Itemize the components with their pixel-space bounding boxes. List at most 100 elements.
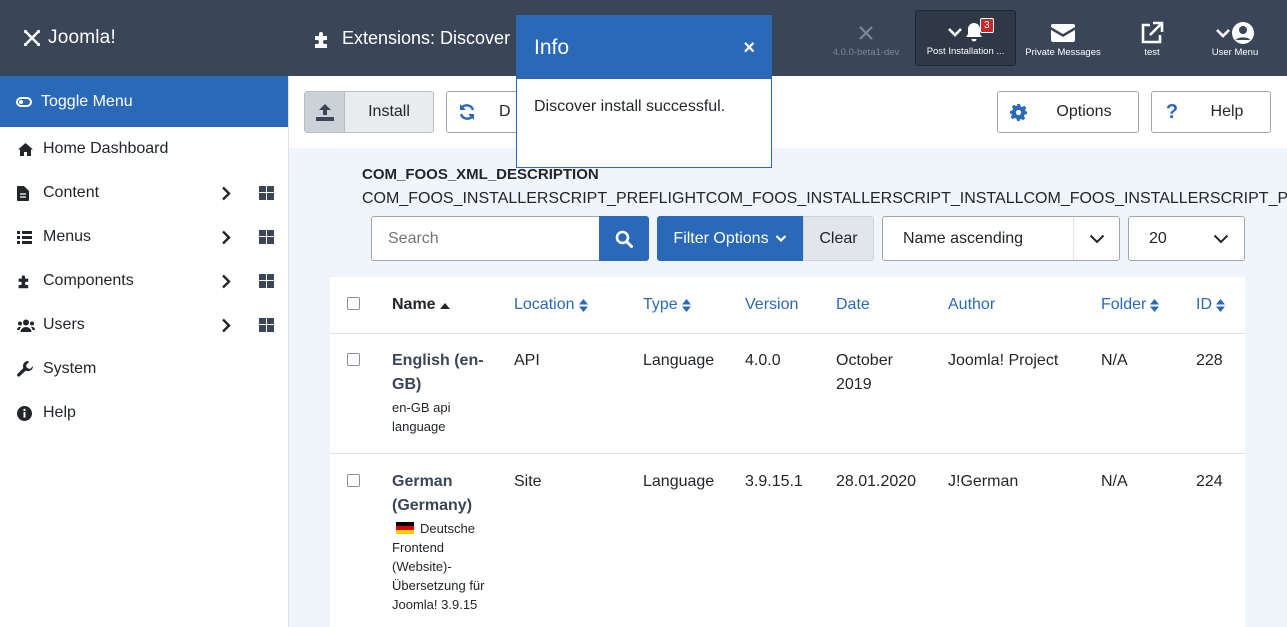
sidebar-item-content[interactable]: Content [0, 171, 288, 215]
view-site-button[interactable]: test [1120, 10, 1184, 66]
extensions-table: Name Location Type Version Date Author F… [330, 277, 1245, 627]
joomla-small-icon [859, 26, 873, 40]
row-date: 28.01.2020 [836, 473, 917, 490]
gear-icon [1009, 103, 1027, 121]
sort-asc-icon [439, 302, 450, 309]
chevron-right-icon[interactable] [221, 230, 231, 245]
dialog-header: Info × [517, 16, 771, 79]
column-header-type[interactable]: Type [643, 296, 691, 314]
row-folder: N/A [1101, 473, 1128, 490]
logo-text: Joomla! [48, 27, 116, 48]
column-header-name[interactable]: Name [392, 296, 450, 314]
sidebar-item-label: Components [43, 272, 134, 289]
info-icon [17, 405, 32, 421]
sort-icon [1150, 298, 1160, 312]
row-author: Joomla! Project [948, 352, 1059, 369]
sidebar-item-menus[interactable]: Menus [0, 215, 288, 259]
discover-label: D [499, 103, 511, 120]
row-location: Site [514, 473, 542, 490]
sidebar-item-label: Content [43, 184, 100, 201]
sort-select-value: Name ascending [903, 229, 1024, 247]
file-icon [17, 185, 29, 201]
options-button[interactable]: Options [997, 91, 1139, 133]
row-location: API [514, 352, 540, 369]
row-checkbox[interactable] [347, 474, 360, 487]
sidebar-item-help[interactable]: Help [0, 391, 288, 435]
sort-icon [1216, 298, 1225, 312]
sidebar-item-label: System [43, 360, 97, 377]
sidebar-item-components[interactable]: Components [0, 259, 288, 303]
clear-button[interactable]: Clear [803, 216, 874, 261]
extension-description-text: COM_FOOS_INSTALLERSCRIPT_PREFLIGHTCOM_FO… [362, 190, 1287, 207]
toggle-icon [16, 96, 32, 107]
upload-icon [315, 103, 334, 121]
extension-description-title: COM_FOOS_XML_DESCRIPTION [362, 166, 599, 183]
row-author: J!German [948, 473, 1019, 490]
table-divider [330, 453, 1245, 454]
wrench-icon [17, 361, 33, 377]
column-header-author[interactable]: Author [948, 296, 995, 314]
puzzle-icon [315, 31, 327, 48]
post-installation-button[interactable]: 3 Post Installation ... [915, 10, 1016, 66]
options-label: Options [1056, 103, 1112, 120]
column-header-version[interactable]: Version [745, 296, 798, 314]
chevron-down-icon [1089, 234, 1104, 243]
notification-count-badge: 3 [980, 18, 994, 33]
toolbar: Install D Options ? Help [289, 76, 1287, 148]
row-name: English (en-GB) [392, 352, 484, 393]
filter-options-button[interactable]: Filter Options [657, 216, 803, 261]
dashboard-grid-icon[interactable] [259, 318, 274, 332]
column-header-location[interactable]: Location [514, 296, 588, 314]
german-flag-icon [396, 522, 414, 534]
joomla-logo[interactable]: Joomla! [22, 27, 116, 49]
question-icon: ? [1165, 100, 1179, 123]
column-header-folder[interactable]: Folder [1101, 296, 1160, 314]
row-id: 228 [1196, 352, 1223, 369]
dashboard-grid-icon[interactable] [259, 230, 274, 244]
row-checkbox[interactable] [347, 353, 360, 366]
joomla-logo-icon [23, 29, 41, 47]
table-divider [330, 333, 1245, 334]
column-header-date[interactable]: Date [836, 296, 870, 314]
user-menu-button[interactable]: User Menu [1196, 10, 1274, 66]
list-limit-select[interactable]: 20 [1128, 216, 1245, 261]
install-button[interactable]: Install [304, 91, 434, 133]
column-header-id[interactable]: ID [1196, 296, 1225, 314]
sidebar-item-system[interactable]: System [0, 347, 288, 391]
chevron-down-icon [775, 235, 786, 243]
row-type: Language [643, 352, 715, 369]
sidebar-item-users[interactable]: Users [0, 303, 288, 347]
users-icon [17, 319, 35, 332]
envelope-icon [1051, 24, 1075, 42]
row-version: 3.9.15.1 [745, 473, 803, 490]
site-label: test [1144, 47, 1160, 58]
external-link-icon [1141, 21, 1164, 44]
search-input[interactable] [371, 216, 600, 261]
select-all-checkbox[interactable] [347, 297, 360, 310]
puzzle-icon [18, 275, 29, 289]
info-dialog: Info × Discover install successful. [516, 15, 772, 168]
chevron-right-icon[interactable] [221, 318, 231, 333]
chevron-right-icon[interactable] [221, 274, 231, 289]
search-button[interactable] [599, 216, 649, 261]
private-messages-button[interactable]: Private Messages [1020, 10, 1106, 66]
dashboard-grid-icon[interactable] [259, 274, 274, 288]
sidebar-item-home-dashboard[interactable]: Home Dashboard [0, 127, 288, 171]
chevron-right-icon[interactable] [221, 186, 231, 201]
help-button[interactable]: ? Help [1151, 91, 1271, 133]
row-version: 4.0.0 [745, 352, 781, 369]
toggle-menu-button[interactable]: Toggle Menu [0, 76, 288, 127]
sidebar-item-label: Menus [43, 228, 92, 245]
sidebar-item-label: Users [43, 316, 85, 333]
dashboard-grid-icon[interactable] [259, 186, 274, 200]
row-description: Deutsche Frontend (Website)-Übersetzung … [392, 521, 485, 612]
filter-options-label: Filter Options [673, 229, 769, 247]
home-icon [18, 142, 33, 156]
list-limit-value: 20 [1149, 229, 1167, 247]
sort-icon [578, 298, 588, 312]
chevron-down-icon [947, 28, 962, 37]
list-icon [17, 230, 32, 244]
close-icon[interactable]: × [743, 37, 755, 60]
sort-select[interactable]: Name ascending [882, 216, 1120, 261]
user-menu-label: User Menu [1211, 47, 1259, 58]
